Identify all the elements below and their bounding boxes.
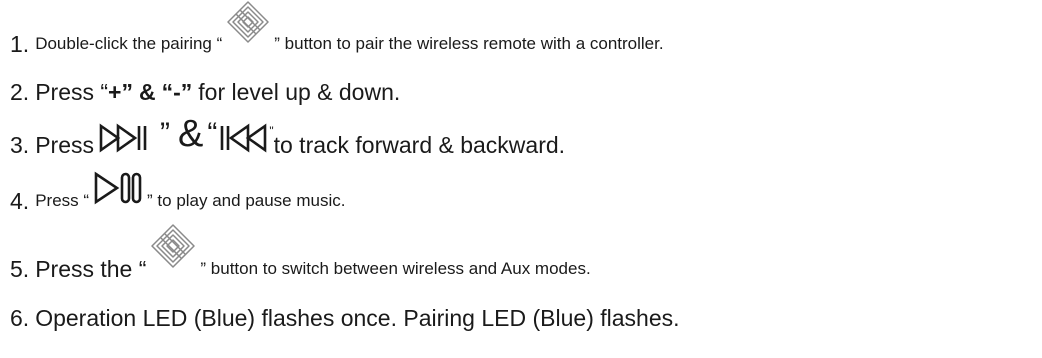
instruction-text: Press “	[35, 191, 90, 210]
pairing-icon	[150, 223, 196, 269]
track-backward-icon	[219, 123, 269, 153]
quote-mark: “	[207, 117, 218, 150]
amp-label: &	[177, 113, 204, 155]
instruction-text: Press “	[35, 79, 109, 105]
plus-label: +”	[108, 79, 133, 105]
instruction-text: Double-click the pairing “	[35, 34, 223, 53]
track-forward-icon	[98, 123, 160, 153]
instruction-number: 1.	[10, 31, 30, 57]
play-pause-icon	[93, 171, 147, 205]
instruction-text: ” button to switch between wireless and …	[200, 259, 591, 278]
instruction-text: for level up & down.	[198, 79, 401, 105]
amp-label: &	[138, 79, 156, 105]
instruction-3: 3. Press ” & “ " to track forward & back…	[10, 115, 566, 159]
instruction-5: 5. Press the “ ” button to switch betwee…	[10, 224, 591, 283]
quote-mark: ”	[159, 117, 170, 150]
instruction-number: 4.	[10, 188, 30, 214]
instruction-1: 1. Double-click the pairing “ ” button t…	[10, 1, 664, 58]
instruction-number: 3.	[10, 132, 30, 158]
instruction-text: Press the “	[35, 256, 147, 282]
instruction-text: Operation LED (Blue) flashes once. Pairi…	[35, 305, 680, 331]
instruction-text: ” to play and pause music.	[147, 191, 346, 210]
instruction-text: Press	[35, 132, 94, 158]
instruction-text: to track forward & backward.	[273, 132, 566, 158]
instruction-4: 4. Press “ ” to play and pause music.	[10, 171, 346, 215]
quote-mark: "	[269, 124, 274, 138]
instruction-2: 2. Press “ +” & “-” for level up & down.	[10, 78, 400, 106]
instruction-6: 6. Operation LED (Blue) flashes once. Pa…	[10, 304, 680, 332]
minus-label: “-”	[161, 79, 193, 105]
instruction-document: 1. Double-click the pairing “ ” button t…	[0, 0, 1042, 358]
instruction-number: 6.	[10, 305, 30, 331]
instruction-text: ” button to pair the wireless remote wit…	[274, 34, 664, 53]
instruction-number: 5.	[10, 256, 30, 282]
pairing-icon	[226, 0, 270, 44]
instruction-number: 2.	[10, 79, 30, 105]
